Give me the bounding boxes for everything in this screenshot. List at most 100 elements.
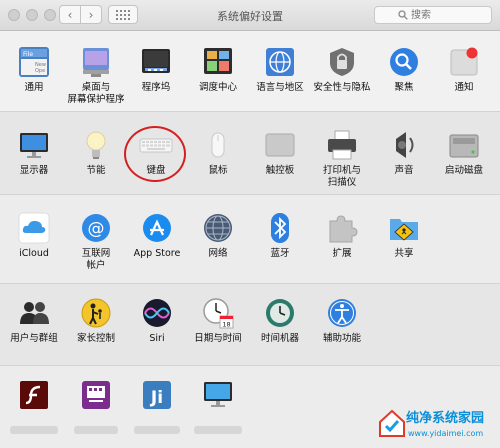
pane-label: 互联网 (81, 248, 111, 259)
blurred-label (194, 426, 242, 434)
pane-label: 显示器 (19, 165, 49, 176)
pane-icloud[interactable]: iCloud (4, 211, 64, 260)
pane-label: 网络 (208, 248, 228, 259)
hardware-section: 显示器 节能 键盘 鼠标 触控板 打印机与 扫描仪 声音 启动磁盘 (0, 112, 500, 195)
pane-label: 语言与地区 (256, 82, 304, 93)
display-icon (17, 128, 51, 162)
pane-sharing[interactable]: 共享 (374, 211, 434, 260)
pane-label: 鼠标 (208, 165, 228, 176)
security-icon (325, 45, 359, 79)
pane-label: 程序坞 (141, 82, 171, 93)
watermark: 纯净系统家园 www.yidaimei.com (376, 404, 500, 448)
app-store-icon (140, 211, 174, 245)
desktop-icon (79, 45, 113, 79)
siri-icon (140, 296, 174, 330)
pane-users-groups[interactable]: 用户与群组 (4, 296, 64, 345)
pane-printers[interactable]: 打印机与 扫描仪 (312, 128, 372, 189)
pane-java[interactable]: Ji (126, 378, 188, 434)
pane-date-time[interactable]: 18 日期与时间 (188, 296, 248, 345)
pane-sound[interactable]: 声音 (374, 128, 434, 177)
startup-disk-icon (447, 128, 481, 162)
pane-language[interactable]: 语言与地区 (250, 45, 310, 94)
calendar-day: 18 (222, 321, 230, 329)
pane-app-store[interactable]: App Store (126, 211, 188, 260)
pane-parental-controls[interactable]: 家长控制 (66, 296, 126, 345)
pane-label: 辅助功能 (322, 333, 361, 344)
pane-general[interactable]: File New Ope 通用 (4, 45, 64, 94)
pane-label: 日期与时间 (194, 333, 242, 344)
watermark-url: www.yidaimei.com (408, 429, 484, 438)
pane-label-line2: 扫描仪 (327, 177, 357, 188)
printer-icon (325, 128, 359, 162)
network-icon (201, 211, 235, 245)
search-icon (398, 10, 408, 20)
pane-label: 时间机器 (260, 333, 299, 344)
pane-spotlight[interactable]: 聚焦 (374, 45, 434, 94)
pane-startup-disk[interactable]: 启动磁盘 (434, 128, 494, 177)
pane-label: 用户与群组 (10, 333, 58, 344)
pane-label: 蓝牙 (270, 248, 290, 259)
pane-dock[interactable]: 程序坞 (126, 45, 186, 94)
accessibility-icon (325, 296, 359, 330)
pane-trackpad[interactable]: 触控板 (250, 128, 310, 177)
pane-accessibility[interactable]: 辅助功能 (312, 296, 372, 345)
extensions-icon (325, 211, 359, 245)
svg-text:@: @ (88, 219, 105, 239)
pane-bluetooth[interactable]: 蓝牙 (250, 211, 310, 260)
pane-label: iCloud (19, 248, 49, 259)
pane-energy-saver[interactable]: 节能 (66, 128, 126, 177)
pane-label: 共享 (394, 248, 414, 259)
pane-desktop[interactable]: 桌面与 屏幕保护程序 (66, 45, 126, 106)
svg-text:Ope: Ope (35, 68, 45, 74)
date-time-icon: 18 (201, 296, 235, 330)
pane-label: 节能 (86, 165, 106, 176)
blurred-label (134, 426, 180, 434)
highlight-circle (124, 126, 186, 182)
pane-mission-control[interactable]: 调度中心 (188, 45, 248, 94)
pane-third-party[interactable] (66, 378, 126, 434)
blurred-label (74, 426, 118, 434)
users-icon (17, 296, 51, 330)
pane-monitor[interactable] (188, 378, 248, 434)
icloud-icon (17, 211, 51, 245)
title-bar: ‹ › 系统偏好设置 (0, 0, 500, 31)
pane-label-line2: 帐户 (86, 260, 106, 271)
energy-icon (79, 128, 113, 162)
pane-label: 桌面与 (81, 82, 111, 93)
pane-network[interactable]: 网络 (188, 211, 248, 260)
parental-controls-icon (79, 296, 113, 330)
pane-internet-accounts[interactable]: @ 互联网 帐户 (66, 211, 126, 272)
pane-flash-player[interactable] (4, 378, 64, 434)
pane-label: 通用 (24, 82, 44, 93)
pane-security[interactable]: 安全性与隐私 (312, 45, 372, 94)
pane-extensions[interactable]: 扩展 (312, 211, 372, 260)
pane-notifications[interactable]: 通知 (434, 45, 494, 94)
pane-label: 扩展 (332, 248, 352, 259)
search-field[interactable] (374, 6, 492, 24)
house-logo-icon (379, 409, 405, 437)
third-party-pane-icon (79, 378, 113, 412)
pane-label: 启动磁盘 (444, 165, 483, 176)
mission-control-icon (201, 45, 235, 79)
blurred-label (10, 426, 58, 434)
java-icon: Ji (140, 378, 174, 412)
search-input[interactable] (411, 8, 487, 22)
dock-icon (139, 45, 173, 79)
pane-time-machine[interactable]: 时间机器 (250, 296, 310, 345)
pane-displays[interactable]: 显示器 (4, 128, 64, 177)
time-machine-icon (263, 296, 297, 330)
internet-section: iCloud @ 互联网 帐户 App Store 网络 蓝牙 扩展 共享 (0, 195, 500, 284)
svg-text:File: File (23, 51, 33, 58)
monitor-pane-icon (201, 378, 235, 412)
trackpad-icon (263, 128, 297, 162)
pane-label: Siri (149, 333, 165, 344)
watermark-text: 纯净系统家园 (406, 411, 485, 426)
mouse-icon (201, 128, 235, 162)
pane-label: App Store (133, 248, 181, 259)
pane-label: 声音 (394, 165, 414, 176)
svg-text:Ji: Ji (150, 388, 163, 408)
pane-label: 通知 (454, 82, 474, 93)
internet-accounts-icon: @ (79, 211, 113, 245)
pane-siri[interactable]: Siri (126, 296, 188, 345)
pane-mouse[interactable]: 鼠标 (188, 128, 248, 177)
